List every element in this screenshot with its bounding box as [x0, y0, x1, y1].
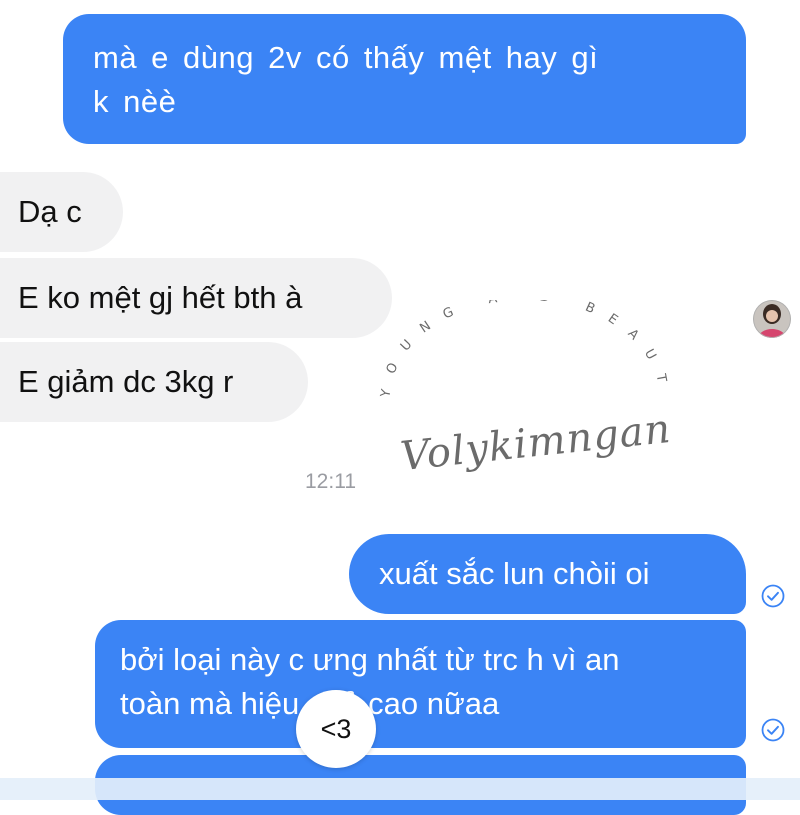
incoming-message-bubble[interactable]: E giảm dc 3kg r [0, 342, 308, 422]
message-text: E ko mệt gj hết bth à [18, 280, 303, 315]
message-text-line: k nèè [93, 84, 177, 119]
message-text-line: bởi loại này c ưng nhất từ trc h vì an [120, 642, 620, 677]
message-timestamp: 12:11 [305, 470, 356, 493]
incoming-message-bubble[interactable]: E ko mệt gj hết bth à [0, 258, 392, 338]
outgoing-message-bubble[interactable]: bởi loại này c ưng nhất từ trc h vì an t… [95, 620, 746, 748]
avatar-icon [753, 300, 791, 338]
incoming-message-bubble[interactable]: Dạ c [0, 172, 123, 252]
message-text: xuất sắc lun chòii oi [379, 556, 650, 591]
message-text: E giảm dc 3kg r [18, 364, 234, 399]
message-text: Dạ c [18, 194, 82, 229]
outgoing-message-bubble[interactable]: xuất sắc lun chòii oi [349, 534, 746, 614]
contact-avatar[interactable] [753, 300, 791, 338]
watermark-script-text: Volykimngan [398, 405, 674, 481]
message-text-line: toàn mà hiệu quả cao nữaa [120, 686, 500, 721]
message-text-line: mà e dùng 2v có thấy mệt hay gì [93, 40, 599, 75]
check-circle-icon [761, 584, 785, 608]
composer-bar [0, 778, 800, 800]
reaction-badge[interactable]: <3 [296, 690, 376, 768]
check-circle-icon [761, 718, 785, 742]
watermark-arc-text: YOUNG AND BEAUTY [370, 300, 672, 400]
outgoing-message-bubble[interactable]: mà e dùng 2v có thấy mệt hay gì k nèè [63, 14, 746, 144]
